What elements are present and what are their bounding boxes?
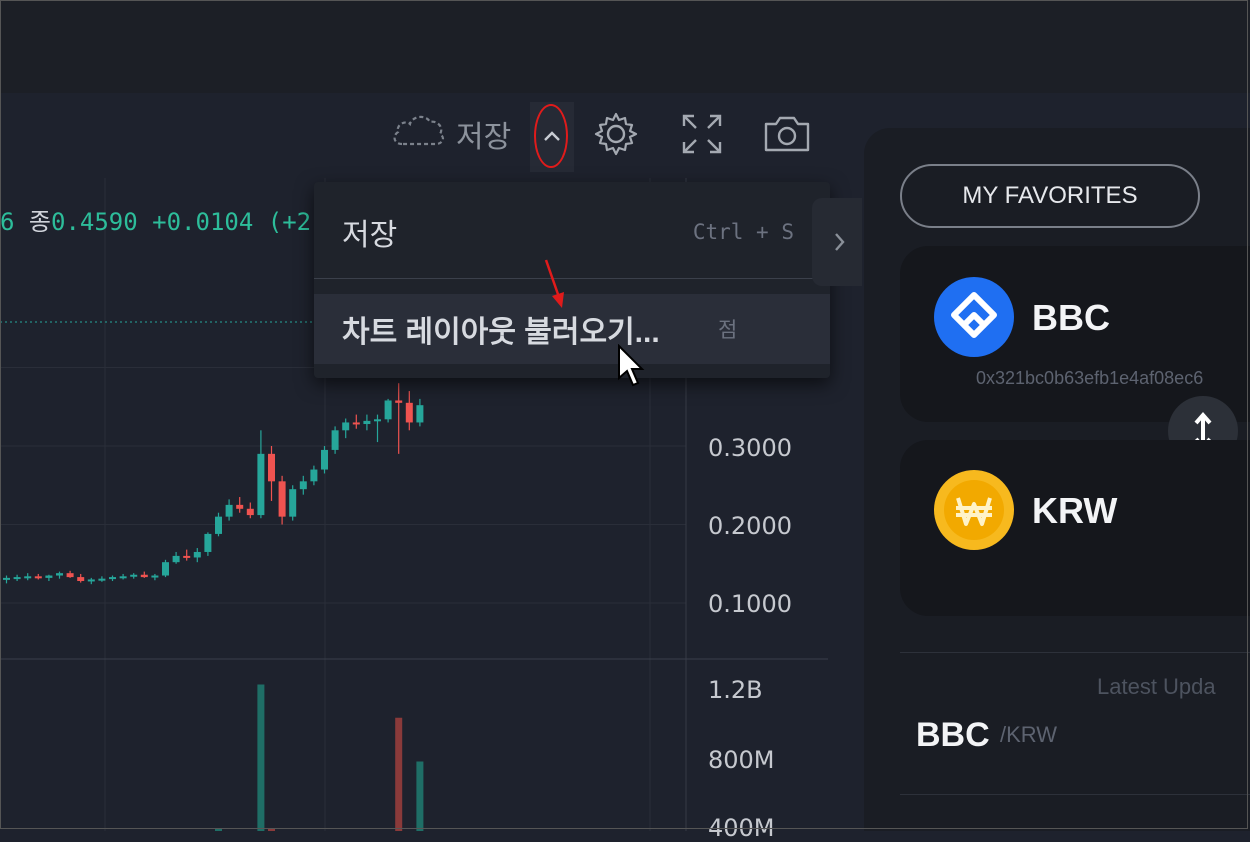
pair-quote: /KRW	[1000, 722, 1058, 747]
candle-body	[395, 400, 403, 403]
candle-body	[183, 555, 191, 558]
top-bar	[0, 0, 1250, 93]
candle-body	[299, 481, 307, 490]
token-symbol: BBC	[1032, 297, 1110, 338]
candle-body	[374, 419, 381, 422]
candle-body	[236, 504, 244, 509]
token-symbol: KRW	[1032, 490, 1118, 531]
my-favorites-button[interactable]: MY FAVORITES	[900, 164, 1200, 228]
panel-divider	[900, 652, 1250, 653]
candle-body	[66, 573, 74, 578]
candle-body	[119, 576, 127, 579]
candle-body	[215, 516, 222, 534]
volume-axis-label: 400M	[708, 814, 775, 842]
fullscreen-button[interactable]	[678, 110, 726, 158]
gear-icon	[594, 112, 638, 156]
won-coin-icon	[934, 470, 1014, 550]
save-toolbar-button[interactable]: 저장	[390, 112, 511, 156]
candle-body	[193, 551, 201, 558]
candle-body	[363, 420, 371, 425]
candle-body	[310, 469, 318, 482]
pair-base: BBC	[916, 716, 990, 754]
candle-body	[405, 402, 413, 423]
candle-body	[278, 481, 286, 517]
candle-body	[109, 577, 116, 580]
menu-item-shortcut: Ctrl + S	[692, 220, 794, 244]
bbc-logo-icon	[934, 277, 1014, 357]
volume-bar	[395, 717, 403, 831]
annotation-arrow-icon	[544, 259, 564, 308]
candle-body	[321, 449, 328, 470]
volume-axis-label: 800M	[708, 746, 775, 774]
candle-body	[87, 579, 95, 582]
candles-group	[3, 383, 424, 585]
candle-body	[204, 533, 212, 552]
candle-body	[77, 577, 85, 582]
menu-item-save[interactable]: 저장 Ctrl + S	[314, 204, 830, 260]
change-value: +0.0104 (+2.	[152, 208, 326, 236]
candle-body	[225, 504, 233, 517]
candle-body	[172, 555, 180, 563]
mouse-cursor-icon	[618, 344, 645, 387]
token-address: 0x321bc0b63efb1e4af08ec6	[976, 368, 1204, 388]
candle-body	[352, 422, 360, 425]
candle-body	[342, 422, 350, 431]
panel-divider	[900, 794, 1250, 795]
menu-item-label: 저장	[342, 219, 398, 252]
candle-body	[34, 576, 42, 579]
camera-icon	[764, 116, 810, 152]
candle-body	[416, 405, 424, 423]
panel-collapse-tab[interactable]	[812, 198, 862, 286]
cloud-icon	[390, 110, 446, 158]
candle-body	[246, 508, 254, 516]
candle-body	[13, 577, 21, 580]
save-toolbar-label: 저장	[456, 121, 512, 154]
candle-body	[98, 578, 106, 581]
candle-body	[3, 577, 10, 580]
candle-body	[45, 575, 53, 578]
candle-body	[268, 453, 275, 482]
latest-update-label: Latest Upda	[1097, 674, 1216, 699]
candle-body	[56, 573, 63, 576]
fullscreen-icon	[682, 114, 722, 154]
price-axis-label: 0.3000	[708, 434, 792, 462]
settings-button[interactable]	[592, 110, 640, 158]
price-axis-label: 0.2000	[708, 512, 792, 540]
price-axis-label: 0.1000	[708, 590, 792, 618]
candle-body	[130, 574, 138, 577]
close-value: 0.4590	[51, 208, 138, 236]
candle-body	[140, 574, 148, 578]
menu-item-label: 차트 레이아웃 불러오기...	[342, 316, 660, 349]
volume-bar	[257, 684, 265, 831]
ohlc-legend: 6 종0.4590 +0.0104 (+2.	[0, 202, 326, 237]
screenshot-button[interactable]	[762, 110, 810, 158]
candle-body	[331, 430, 339, 450]
volume-bars-group	[215, 684, 424, 831]
volume-axis-label: 1.2B	[708, 676, 763, 704]
chevron-right-icon	[835, 233, 845, 251]
menu-item-shortcut: 점	[718, 319, 738, 342]
candle-body	[257, 453, 265, 516]
annotation-circle	[534, 104, 568, 168]
volume-bar	[416, 761, 424, 831]
ohlc-prefix: 6	[0, 208, 15, 236]
candle-body	[289, 489, 297, 517]
candle-body	[24, 576, 32, 579]
close-label: 종	[28, 209, 51, 236]
candle-body	[162, 562, 169, 576]
candle-body	[384, 400, 392, 420]
candle-body	[151, 575, 159, 578]
